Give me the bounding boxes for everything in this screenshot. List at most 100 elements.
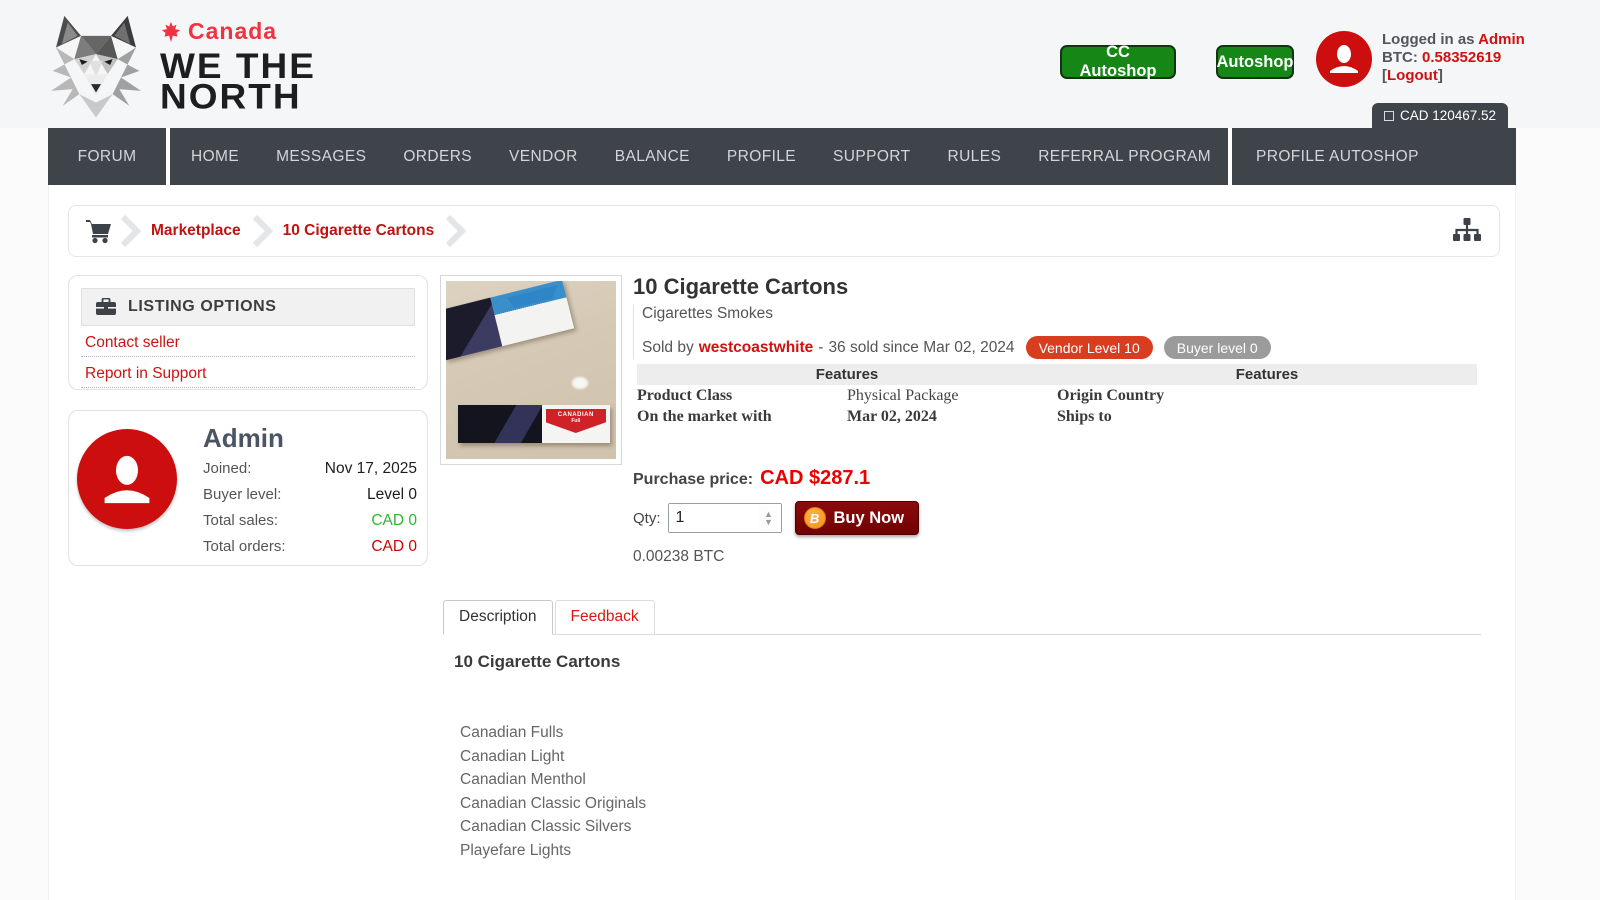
buy-now-button[interactable]: B Buy Now (795, 501, 920, 535)
product-category: Cigarettes Smokes (642, 305, 1493, 323)
user-session-info: Logged in as Admin BTC: 0.58352619 [Logo… (1382, 31, 1582, 85)
nav-item-profile-autoshop[interactable]: PROFILE AUTOSHOP (1256, 148, 1419, 166)
user-avatar[interactable] (1316, 31, 1372, 87)
features-header-right: Features (1057, 364, 1477, 385)
nav-segment-main: HOME MESSAGES ORDERS VENDOR BALANCE PROF… (170, 128, 1228, 185)
buyer-level-label: Buyer level: (203, 486, 281, 503)
seller-row-buyer-level: Buyer level: Level 0 (203, 486, 417, 512)
product-image[interactable]: CANADIAN Full (440, 275, 622, 465)
report-in-support-link[interactable]: Report in Support (81, 360, 415, 388)
warning-label (446, 298, 502, 361)
product-photo: CANADIAN Full (446, 281, 616, 459)
origin-country-value (1267, 385, 1477, 406)
red-chevron: CANADIAN Full (546, 409, 606, 433)
btc-value: 0.58352619 (1422, 49, 1501, 66)
nav-item-balance[interactable]: BALANCE (615, 148, 690, 166)
sitemap-icon (1451, 217, 1483, 245)
contact-seller-link[interactable]: Contact seller (81, 329, 415, 357)
cart-icon[interactable] (85, 218, 113, 244)
features-row-2: On the market with Mar 02, 2024 Ships to (637, 406, 1477, 427)
listing-options-title: LISTING OPTIONS (128, 298, 277, 316)
autoshop-button[interactable]: Autoshop (1216, 45, 1294, 79)
seller-info: Admin Joined: Nov 17, 2025 Buyer level: … (203, 423, 417, 564)
chevron-right-icon (251, 213, 273, 249)
vendor-name-link[interactable]: westcoastwhite (699, 339, 814, 357)
description-list: Canadian Fulls Canadian Light Canadian M… (460, 721, 646, 863)
nav-item-home[interactable]: HOME (191, 148, 239, 166)
nav-item-referral-program[interactable]: REFERRAL PROGRAM (1038, 148, 1211, 166)
person-icon (96, 448, 158, 510)
listing-options-header: LISTING OPTIONS (81, 288, 415, 326)
quantity-spinner[interactable]: ▲▼ (759, 505, 779, 531)
carton-face: CANADIAN Full (542, 405, 610, 443)
brand-country: Canada (160, 18, 316, 45)
brand-name: WE THE NORTH (160, 51, 316, 112)
description-item: Canadian Menthol (460, 768, 646, 792)
logout-link[interactable]: Logout (1387, 67, 1438, 84)
nav-segment-forum: FORUM (48, 128, 166, 185)
ships-to-label: Ships to (1057, 406, 1267, 427)
nav-item-support[interactable]: SUPPORT (833, 148, 910, 166)
seller-card: Admin Joined: Nov 17, 2025 Buyer level: … (68, 410, 428, 566)
total-sales-value: CAD 0 (371, 512, 417, 530)
nav-segment-profile-autoshop: PROFILE AUTOSHOP (1232, 128, 1516, 185)
description-heading: 10 Cigarette Cartons (454, 652, 620, 672)
blue-stripe (507, 285, 560, 309)
brand-country-label: Canada (188, 18, 277, 45)
buy-now-label: Buy Now (834, 509, 905, 528)
cad-balance-value: CAD 120467.52 (1400, 108, 1496, 123)
tab-description[interactable]: Description (443, 600, 553, 635)
description-item: Canadian Classic Originals (460, 792, 646, 816)
features-header-left: Features (637, 364, 1057, 385)
purchase-price-value: CAD $287.1 (760, 467, 870, 490)
qty-label: Qty: (633, 510, 661, 527)
logged-in-username: Admin (1478, 31, 1525, 48)
on-market-label: On the market with (637, 406, 847, 427)
carton-variant-text: Full (571, 418, 580, 424)
bracket-close: ] (1438, 67, 1443, 84)
page: Canada WE THE NORTH CC Autoshop Autoshop… (0, 0, 1600, 900)
product-subinfo: Cigarettes Smokes Sold by westcoastwhite… (633, 305, 1493, 359)
seller-avatar[interactable] (77, 429, 177, 529)
sold-by-line: Sold by westcoastwhite - 36 sold since M… (642, 336, 1493, 359)
product-class-label: Product Class (637, 385, 847, 406)
logged-in-prefix: Logged in as (1382, 31, 1478, 48)
breadcrumb-marketplace[interactable]: Marketplace (151, 222, 241, 240)
purchase-price-line: Purchase price: CAD $287.1 (633, 467, 870, 490)
description-item: Canadian Fulls (460, 721, 646, 745)
nav-item-vendor[interactable]: VENDOR (509, 148, 578, 166)
currency-square-icon (1384, 111, 1394, 121)
btc-label: BTC: (1382, 49, 1422, 66)
sold-by-stats: 36 sold since Mar 02, 2024 (828, 339, 1014, 357)
origin-country-label: Origin Country (1057, 385, 1267, 406)
site-logo[interactable]: Canada WE THE NORTH (46, 8, 316, 122)
nav-item-forum[interactable]: FORUM (78, 148, 137, 166)
quantity-stepper: ▲▼ (668, 503, 782, 533)
vendor-level-badge: Vendor Level 10 (1026, 336, 1153, 359)
nav-item-profile[interactable]: PROFILE (727, 148, 796, 166)
sitemap-button[interactable] (1451, 217, 1483, 245)
tabs-bar: Description Feedback (443, 600, 1481, 635)
sold-by-separator: - (818, 339, 823, 357)
breadcrumb: Marketplace 10 Cigarette Cartons (68, 205, 1500, 257)
seller-row-joined: Joined: Nov 17, 2025 (203, 460, 417, 486)
logged-in-line: Logged in as Admin (1382, 31, 1582, 49)
counter-sheen (572, 377, 588, 389)
tab-feedback[interactable]: Feedback (555, 600, 655, 635)
red-cigarette-carton: CANADIAN Full (458, 405, 610, 443)
ships-to-value (1267, 406, 1477, 427)
brand-text: Canada WE THE NORTH (160, 8, 316, 115)
buyer-level-badge: Buyer level 0 (1164, 336, 1271, 359)
sold-by-label: Sold by (642, 339, 694, 357)
joined-label: Joined: (203, 460, 251, 477)
person-icon (1326, 41, 1362, 77)
seller-name[interactable]: Admin (203, 423, 417, 454)
spinner-down-icon[interactable]: ▼ (764, 518, 773, 526)
breadcrumb-current-listing[interactable]: 10 Cigarette Cartons (283, 222, 435, 240)
nav-item-orders[interactable]: ORDERS (403, 148, 472, 166)
nav-item-messages[interactable]: MESSAGES (276, 148, 366, 166)
nav-item-rules[interactable]: RULES (948, 148, 1002, 166)
brand-line2: NORTH (160, 82, 316, 113)
cc-autoshop-button[interactable]: CC Autoshop (1060, 45, 1176, 79)
description-item: Playefare Lights (460, 839, 646, 863)
